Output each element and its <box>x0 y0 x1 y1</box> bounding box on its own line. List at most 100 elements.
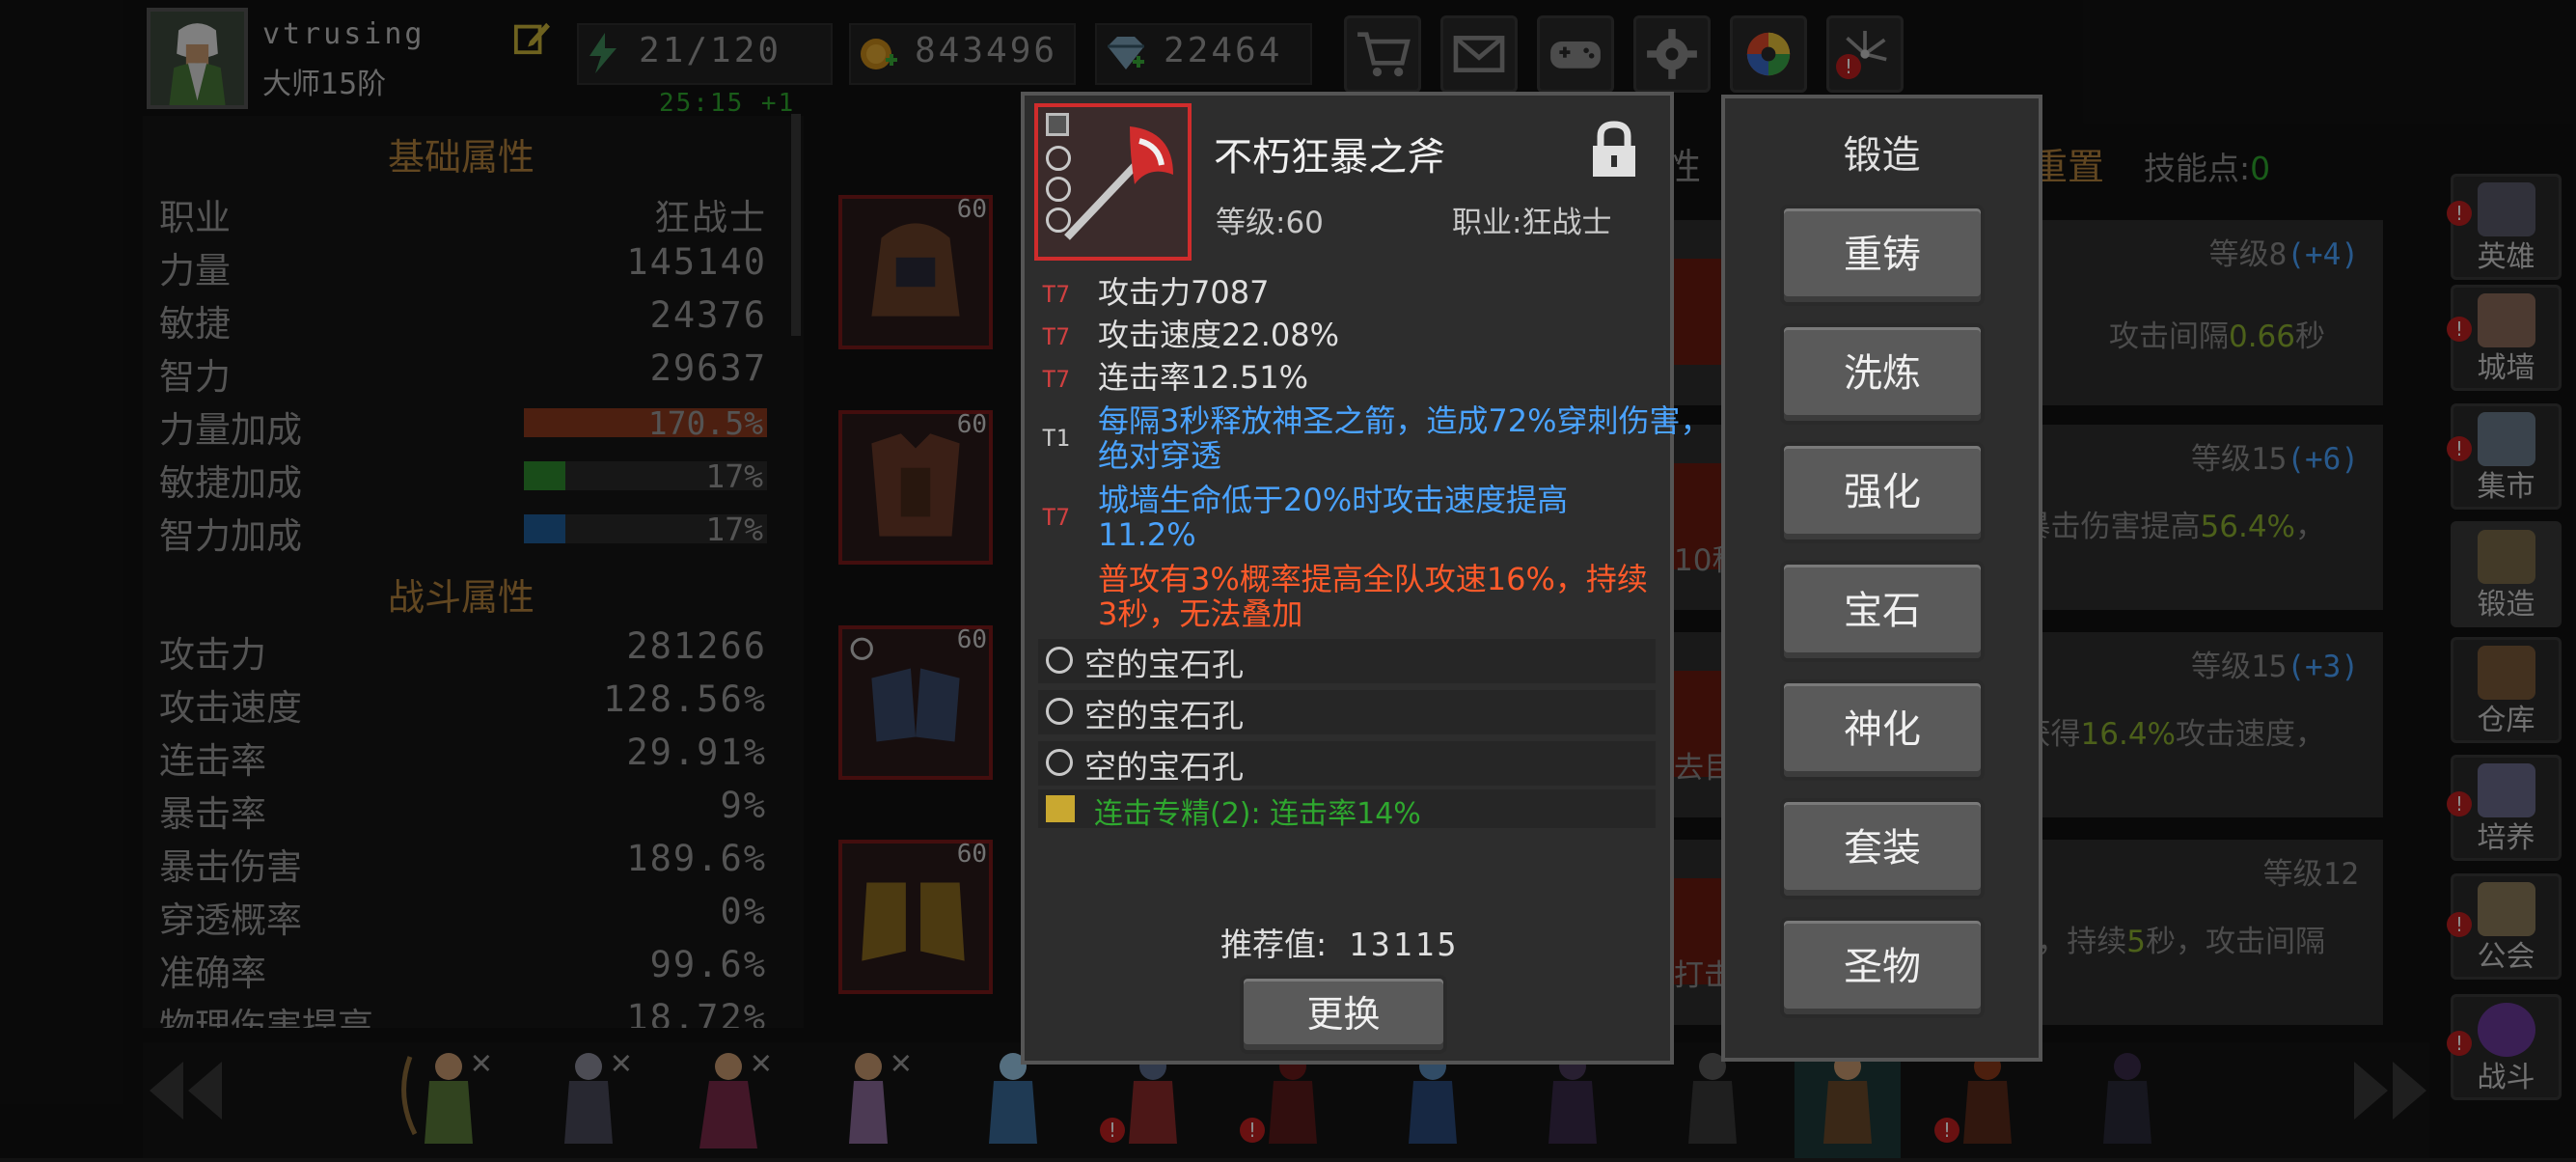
equip-slot-armor[interactable]: 60 <box>838 410 993 565</box>
forge-enhance-button[interactable]: 强化 <box>1780 442 1985 543</box>
sidebar-label: 城墙 <box>2477 351 2535 385</box>
event-button[interactable] <box>1826 15 1904 93</box>
shop-button[interactable] <box>1344 15 1421 93</box>
stat-value: 17% <box>705 511 763 548</box>
sidebar-label: 仓库 <box>2477 704 2535 737</box>
stat-label: 力量加成 <box>159 409 302 451</box>
energy-value: 21/120 <box>639 31 782 70</box>
sidebar-label: 锻造 <box>2477 588 2535 622</box>
trophy-icon <box>2478 763 2535 817</box>
socket-label: 空的宝石孔 <box>1084 748 1244 786</box>
forge-refine-button[interactable]: 洗炼 <box>1780 323 1985 425</box>
gamepad-button[interactable] <box>1537 15 1614 93</box>
stat-row-strength: 力量 145140 <box>159 241 767 291</box>
gem-socket-row[interactable]: 空的宝石孔 <box>1038 639 1656 683</box>
skill-level: 等级15(+3) <box>2191 650 2359 684</box>
skill-level: 等级8(+4) <box>2208 237 2359 272</box>
attr-text: 普攻有3%概率提高全队攻速16%，持续3秒，无法叠加 <box>1098 561 1648 632</box>
item-attr-2: T7 攻击速度22.08% <box>1042 318 1659 356</box>
equip-slot-gloves[interactable]: 60 <box>838 625 993 780</box>
color-wheel-icon <box>1746 32 1791 76</box>
gem-socket-row[interactable]: 空的宝石孔 <box>1038 690 1656 734</box>
attr-tier: T1 <box>1042 425 1070 452</box>
assassin-icon <box>2103 1053 2151 1144</box>
attr-text: 连击率12.51% <box>1098 359 1309 396</box>
hero-portrait-icon <box>151 12 244 105</box>
hero-helmet-icon <box>2478 182 2535 236</box>
gem-icon[interactable] <box>1104 33 1148 75</box>
energy-timer: 25:15 +1 <box>659 89 796 118</box>
hero-assassin[interactable] <box>2074 1038 2180 1158</box>
scroll-right-arrow-icon[interactable] <box>2344 1057 2431 1124</box>
sidebar-label: 培养 <box>2477 821 2535 855</box>
close-x-icon[interactable]: ✕ <box>471 1042 492 1082</box>
equip-level: 60 <box>956 840 987 869</box>
scroll-left-arrow-icon[interactable] <box>145 1057 232 1124</box>
socket-label: 空的宝石孔 <box>1084 646 1244 683</box>
intelligence-bonus-bar: 17% <box>524 511 767 548</box>
mail-button[interactable] <box>1440 15 1518 93</box>
stat-label: 物理伤害提高 <box>159 1006 373 1028</box>
lock-icon[interactable] <box>1587 121 1641 180</box>
stat-label: 敏捷 <box>159 303 231 345</box>
item-attr-4: T1 每隔3秒释放神圣之箭，造成72%穿刺伤害，绝对穿透 <box>1042 403 1712 477</box>
castle-wall-icon <box>2478 293 2535 347</box>
settings-button[interactable] <box>1633 15 1711 93</box>
sidebar-forge[interactable]: 锻造 <box>2451 521 2562 627</box>
forge-reforge-button[interactable]: 重铸 <box>1780 205 1985 306</box>
stat-row-attack-speed: 攻击速度 128.56% <box>159 678 767 729</box>
close-x-icon[interactable]: ✕ <box>611 1042 632 1082</box>
skill-desc: 暴击伤害提高56.4%， <box>2020 510 2325 544</box>
anvil-icon <box>2478 530 2535 584</box>
forge-relic-button[interactable]: 圣物 <box>1780 917 1985 1018</box>
equip-slot-boots[interactable]: 60 <box>838 840 993 994</box>
stat-label: 攻击速度 <box>159 687 302 729</box>
equip-slot-helmet[interactable]: 60 <box>838 195 993 349</box>
item-level: 等级:60 <box>1216 206 1324 240</box>
stat-label: 准确率 <box>159 953 266 994</box>
forge-set-button[interactable]: 套装 <box>1780 798 1985 899</box>
player-rank: 大师15阶 <box>262 68 387 101</box>
cart-icon <box>1357 32 1411 77</box>
gold-value: 843496 <box>915 31 1058 70</box>
attr-tier: T7 <box>1042 504 1070 531</box>
stat-row-strength-bonus: 力量加成 170.5% <box>159 401 767 451</box>
alert-icon: ! <box>2447 1031 2472 1056</box>
skill-desc: 攻击间隔0.66秒 <box>2108 319 2325 354</box>
close-x-icon[interactable]: ✕ <box>751 1042 772 1082</box>
edit-name-icon[interactable] <box>513 19 550 56</box>
stat-label: 敏捷加成 <box>159 462 302 504</box>
color-wheel-button[interactable] <box>1730 15 1807 93</box>
sidebar-storage[interactable]: 仓库 <box>2451 637 2562 743</box>
skill-desc: 获得16.4%攻击速度， <box>2020 717 2325 752</box>
sidebar-hero[interactable]: 英雄 <box>2451 174 2562 280</box>
portal-icon <box>2478 1003 2535 1057</box>
skill-desc: ，持续5秒，攻击间隔 <box>2037 925 2325 959</box>
forge-gem-button[interactable]: 宝石 <box>1780 561 1985 662</box>
sidebar-label: 集市 <box>2477 470 2535 504</box>
alert-icon: ! <box>1100 1118 1125 1143</box>
forge-divine-button[interactable]: 神化 <box>1780 679 1985 781</box>
basic-attributes-title: 基础属性 <box>387 136 534 179</box>
energy-icon <box>584 31 622 75</box>
stat-label: 穿透概率 <box>159 899 302 941</box>
stats-scrollbar[interactable] <box>791 114 801 336</box>
stat-value: 281266 <box>626 625 767 667</box>
stat-row-penetration: 穿透概率 0% <box>159 891 767 941</box>
gem-socket-row[interactable]: 空的宝石孔 <box>1038 741 1656 786</box>
attr-tier: T7 <box>1042 281 1070 308</box>
stat-value: 99.6% <box>649 944 767 985</box>
replace-button[interactable]: 更换 <box>1240 975 1447 1054</box>
empty-socket-icon <box>1046 698 1073 725</box>
stat-value: 狂战士 <box>654 197 767 238</box>
gold-coin-icon[interactable] <box>857 33 899 75</box>
player-avatar[interactable] <box>147 8 248 109</box>
equip-level: 60 <box>956 195 987 224</box>
set-bonus-row: 连击专精(2): 连击率14% <box>1038 789 1656 831</box>
alert-icon: ! <box>2447 201 2472 226</box>
close-x-icon[interactable]: ✕ <box>891 1042 912 1082</box>
stat-value: 9% <box>720 785 767 826</box>
guild-emblem-icon <box>2478 882 2535 936</box>
attr-text: 攻击速度22.08% <box>1098 317 1340 353</box>
stat-value: 145140 <box>626 241 767 283</box>
